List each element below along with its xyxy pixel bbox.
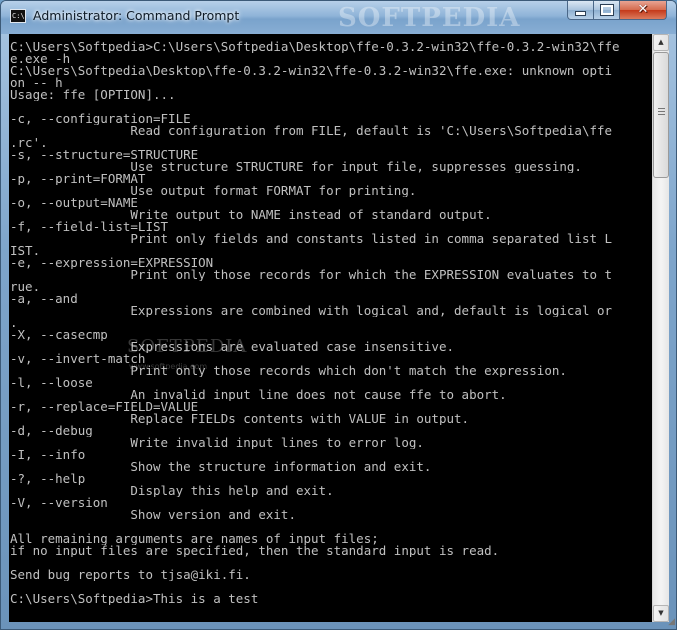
console-line: Print only those records for which the E… [10,269,613,281]
resize-grip-icon[interactable]: ◢ [663,616,675,628]
console-line: Display this help and exit. [10,485,334,497]
scroll-up-icon: ▲ [658,38,664,46]
console-line: Expressions are evaluated case insensiti… [10,341,455,353]
close-icon: ✕ [637,2,649,17]
thumb-grip-line [658,114,665,115]
console-line: Use structure STRUCTURE for input file, … [10,161,582,173]
console-line: -V, --version [10,497,108,509]
close-button[interactable]: ✕ [619,1,667,20]
console-line: IST. [10,245,41,257]
console-line: -a, --and [10,293,78,305]
console-line: An invalid input line does not cause ffe… [10,389,507,401]
scrollbar-thumb[interactable] [653,52,669,178]
console-line: Expressions are combined with logical an… [10,305,613,317]
console-line: -o, --output=NAME [10,197,138,209]
console-line: Print only those records which don't mat… [10,365,567,377]
console-line: rue. [10,281,41,293]
console-line: -e, --expression=EXPRESSION [10,257,214,269]
thumb-grip-line [658,111,665,112]
console-text: C:\Users\Softpedia>C:\Users\Softpedia\De… [10,41,652,605]
console-line: Print only fields and constants listed i… [10,233,613,245]
console-line: .rc'. [10,137,48,149]
vertical-scrollbar[interactable]: ▲ ▼ [652,34,669,622]
console-line: on -- h [10,77,63,89]
console-line: -l, --loose [10,377,93,389]
console-line: -s, --structure=STRUCTURE [10,149,199,161]
console-line: -v, --invert-match [10,353,146,365]
console-line: -f, --field-list=LIST [10,221,169,233]
command-prompt-window: C:\ Administrator: Command Prompt SOFTPE… [0,0,677,630]
console-line: Send bug reports to tjsa@iki.fi. [10,569,251,581]
console-softpedia-url-watermark: www.softpedia.com [129,362,208,371]
maximize-button[interactable] [593,1,620,20]
console-line: Use output format FORMAT for printing. [10,185,417,197]
title-bar[interactable]: C:\ Administrator: Command Prompt SOFTPE… [1,1,676,34]
console-output-area[interactable]: C:\Users\Softpedia>C:\Users\Softpedia\De… [9,34,652,622]
console-line: if no input files are specified, then th… [10,545,500,557]
console-line: C:\Users\Softpedia>This is a test [10,593,259,605]
console-line: Replace FIELDs contents with VALUE in ou… [10,413,470,425]
console-line: -d, --debug [10,425,93,437]
console-line: -I, --info [10,449,86,461]
console-line: Show the structure information and exit. [10,461,432,473]
maximize-icon [599,4,614,16]
console-line: -X, --casecmp [10,329,108,341]
console-line: Read configuration from FILE, default is… [10,125,613,137]
console-line: Write invalid input lines to error log. [10,437,424,449]
thumb-grip-line [658,108,665,109]
console-line: -p, --print=FORMAT [10,173,146,185]
console-softpedia-watermark: SOFTPEDIA [127,336,248,357]
console-line: e.exe -h [10,53,71,65]
console-line: C:\Users\Softpedia>C:\Users\Softpedia\De… [10,41,620,53]
console-line: Write output to NAME instead of standard… [10,209,492,221]
minimize-icon [575,11,586,16]
console-line: Usage: ffe [OPTION]... [10,89,176,101]
console-line: . [10,317,18,329]
softpedia-watermark: SOFTPEDIA [338,3,521,33]
console-line: Show version and exit. [10,509,296,521]
console-line: -c, --configuration=FILE [10,113,191,125]
console-line: -?, --help [10,473,86,485]
window-title: Administrator: Command Prompt [33,8,240,23]
scroll-up-button[interactable]: ▲ [653,34,669,51]
minimize-button[interactable] [567,1,594,20]
console-line: C:\Users\Softpedia\Desktop\ffe-0.3.2-win… [10,65,613,77]
console-line: -r, --replace=FIELD=VALUE [10,401,199,413]
command-prompt-icon[interactable]: C:\ [10,9,26,23]
console-line: All remaining arguments are names of inp… [10,533,379,545]
